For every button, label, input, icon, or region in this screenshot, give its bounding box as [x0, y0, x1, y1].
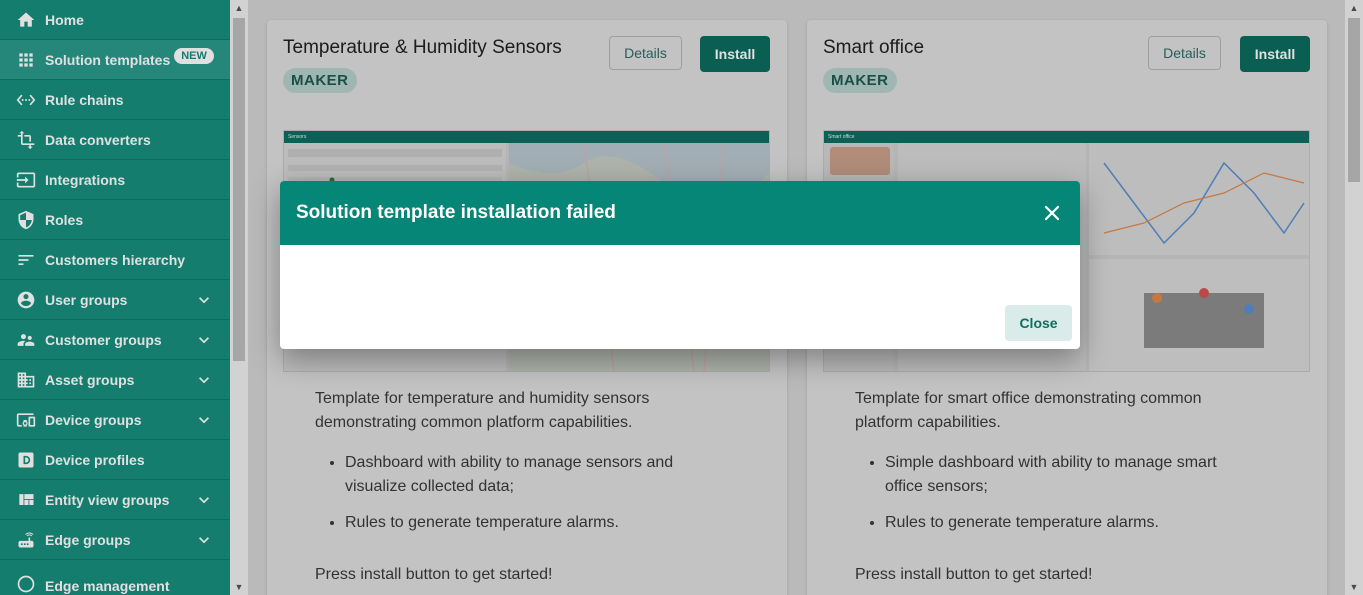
error-dialog: Solution template installation failed Cl… [280, 181, 1080, 349]
dialog-title: Solution template installation failed [296, 202, 616, 223]
close-icon[interactable] [1040, 201, 1064, 225]
close-button[interactable]: Close [1005, 305, 1072, 341]
dialog-header: Solution template installation failed [280, 181, 1080, 245]
